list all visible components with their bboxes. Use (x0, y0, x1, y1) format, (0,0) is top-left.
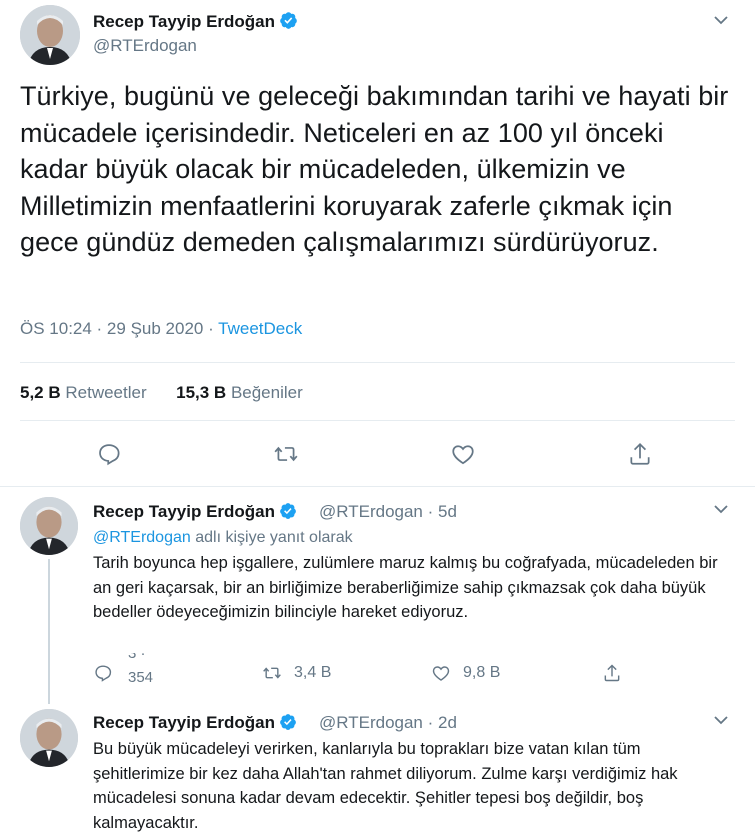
avatar-photo (20, 709, 78, 767)
retweet-button[interactable] (273, 441, 299, 467)
reply-icon (95, 665, 112, 682)
reply-button[interactable] (96, 441, 122, 467)
retweets-stat[interactable]: 5,2 B Retweetler (20, 383, 147, 402)
retweets-count: 5,2 B (20, 383, 61, 402)
heart-icon (452, 445, 474, 465)
share-icon (604, 664, 620, 682)
reply-text: Tarih boyunca hep işgallere, zulümlere m… (93, 554, 718, 621)
avatar-photo (20, 497, 78, 555)
tweet-meta: ÖS 10:24 · 29 Şub 2020 · TweetDeck (20, 319, 302, 339)
tweet-text: Türkiye, bugünü ve geleceği bakımından t… (20, 81, 729, 257)
verified-badge-icon (280, 12, 297, 29)
retweets-label: Retweetler (65, 383, 147, 402)
reply-count-cutoff: 3 · (128, 653, 146, 663)
chevron-down-icon[interactable] (711, 10, 731, 30)
reply-author-avatar[interactable] (20, 497, 78, 555)
reply-author-name-text: Recep Tayyip Erdoğan (93, 502, 276, 521)
likes-count: 15,3 B (176, 383, 227, 402)
avatar-photo (20, 5, 80, 65)
reply-handle-time[interactable]: @RTErdogan · 2d (319, 713, 457, 733)
tweet-source-link[interactable]: TweetDeck (218, 319, 302, 338)
reply-button[interactable] (93, 662, 125, 684)
author-name-text: Recep Tayyip Erdoğan (93, 12, 276, 31)
retweet-count: 3,4 B (294, 664, 332, 681)
share-button[interactable] (627, 441, 653, 467)
like-button[interactable]: 9,8 B (431, 662, 500, 684)
divider (20, 420, 735, 421)
retweet-icon (274, 446, 298, 462)
tweet-timestamp[interactable]: ÖS 10:24 · 29 Şub 2020 · (20, 319, 218, 338)
share-button[interactable] (602, 662, 634, 684)
thread-connector (48, 559, 50, 704)
verified-badge-icon (280, 714, 296, 730)
chevron-down-icon[interactable] (711, 710, 731, 730)
chevron-down-icon[interactable] (711, 499, 731, 519)
author-avatar[interactable] (20, 5, 80, 65)
reply-count: 354 (128, 669, 154, 686)
replying-to: @RTErdogan adlı kişiye yanıt olarak (93, 529, 353, 547)
like-button[interactable] (450, 441, 476, 467)
heart-icon (432, 666, 450, 681)
verified-badge-icon (280, 503, 296, 519)
reply-handle-time[interactable]: @RTErdogan · 5d (319, 502, 457, 522)
likes-stat[interactable]: 15,3 B Beğeniler (176, 383, 303, 402)
replying-to-suffix: adlı kişiye yanıt olarak (190, 529, 353, 546)
reply-author-name[interactable]: Recep Tayyip Erdoğan (93, 713, 297, 733)
likes-label: Beğeniler (230, 383, 303, 402)
author-name[interactable]: Recep Tayyip Erdoğan (93, 11, 298, 32)
retweet-icon (263, 667, 281, 679)
share-icon (630, 443, 650, 465)
reply-icon (99, 444, 120, 466)
reply-author-name-text: Recep Tayyip Erdoğan (93, 713, 276, 732)
tweet-stats: 5,2 B Retweetler 15,3 B Beğeniler (20, 383, 303, 403)
divider (0, 486, 755, 487)
like-count: 9,8 B (463, 664, 501, 681)
divider (20, 362, 735, 363)
retweet-button[interactable]: 3,4 B (262, 662, 331, 684)
reply-text: Bu büyük mücadeleyi verirken, kanlarıyla… (93, 740, 678, 832)
replying-to-handle[interactable]: @RTErdogan (93, 529, 191, 546)
author-handle[interactable]: @RTErdogan (93, 36, 197, 56)
reply-count-top: 3 · (128, 653, 146, 662)
reply-author-avatar[interactable] (20, 709, 78, 767)
reply-author-name[interactable]: Recep Tayyip Erdoğan (93, 502, 297, 522)
